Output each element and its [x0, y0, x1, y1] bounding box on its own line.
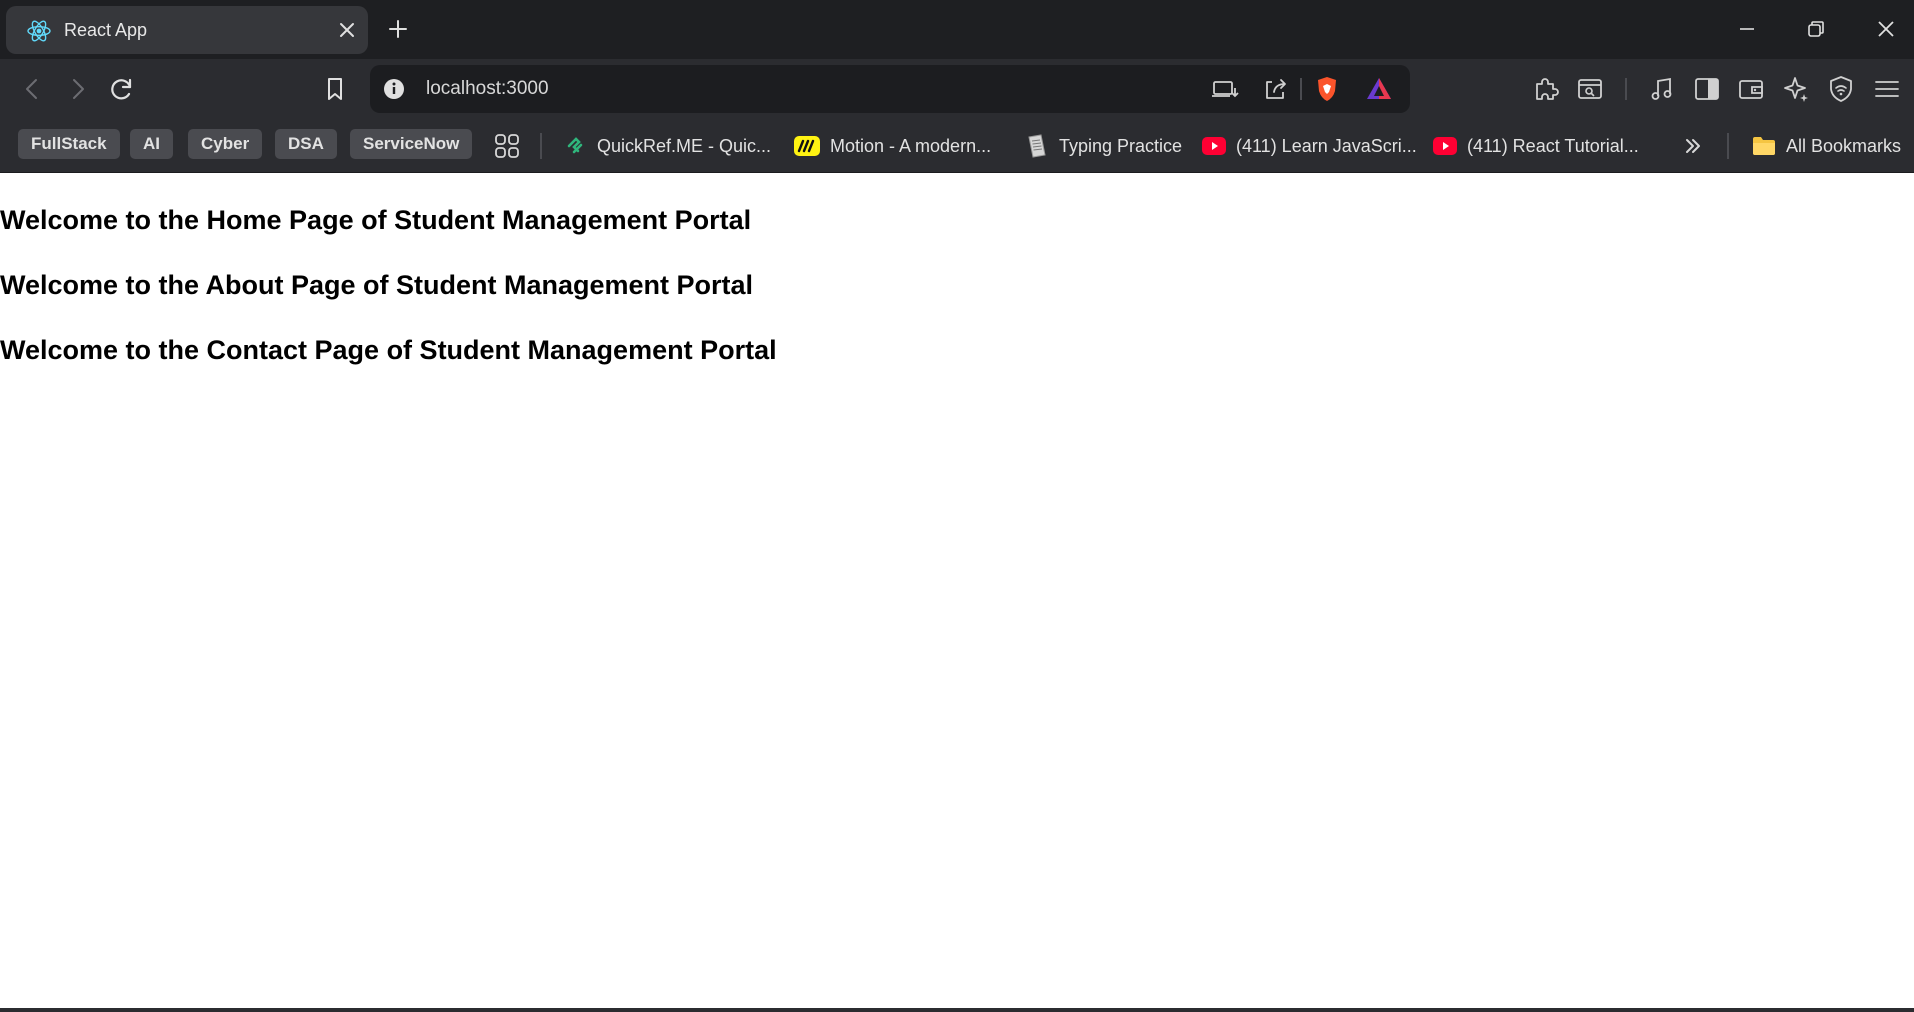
brave-shields-icon[interactable] — [1312, 74, 1342, 104]
typing-practice-icon — [1028, 134, 1046, 158]
separator — [1727, 133, 1729, 159]
leo-ai-icon[interactable] — [1781, 74, 1811, 104]
bookmark-label: (411) React Tutorial... — [1467, 135, 1639, 156]
vpn-icon[interactable] — [1826, 74, 1856, 104]
about-heading: Welcome to the About Page of Student Man… — [0, 270, 754, 300]
reload-icon[interactable] — [107, 74, 137, 104]
apps-grid-icon[interactable] — [493, 132, 521, 160]
quickref-icon — [567, 137, 583, 154]
bookmark-folder-ai[interactable]: AI — [130, 129, 173, 159]
bookmark-label: Typing Practice — [1059, 135, 1183, 156]
browser-window: React App localhost:3000 FullStack AI Cy… — [0, 0, 1914, 1012]
close-window-icon[interactable] — [1871, 14, 1901, 44]
share-icon[interactable] — [1260, 74, 1290, 104]
separator — [540, 133, 542, 159]
sidebar-icon[interactable] — [1692, 74, 1722, 104]
tab-react-app[interactable]: React App — [6, 6, 368, 54]
tab-search-icon[interactable] — [1575, 74, 1605, 104]
back-icon[interactable] — [18, 74, 48, 104]
forward-icon[interactable] — [62, 74, 92, 104]
extensions-icon[interactable] — [1531, 74, 1561, 104]
all-bookmarks[interactable]: All Bookmarks — [1752, 119, 1901, 173]
bookmark-folder-cyber[interactable]: Cyber — [188, 129, 263, 159]
window-bottom-border — [0, 1008, 1914, 1012]
bookmark-label: Motion - A modern... — [830, 135, 992, 156]
tab-title: React App — [64, 20, 148, 40]
more-bookmarks-icon[interactable] — [1682, 135, 1704, 157]
bookmark-motion[interactable]: Motion - A modern... — [794, 119, 991, 173]
bookmarks-bar: FullStack AI Cyber DSA ServiceNow QuickR… — [0, 119, 1914, 173]
page-content: Welcome to the Home Page of Student Mana… — [0, 173, 1914, 1008]
brave-rewards-icon[interactable] — [1364, 74, 1394, 104]
bookmark-label: QuickRef.ME - Quic... — [597, 135, 772, 156]
all-bookmarks-label: All Bookmarks — [1786, 135, 1902, 156]
install-app-icon[interactable] — [1210, 74, 1240, 104]
wallet-icon[interactable] — [1736, 74, 1766, 104]
close-tab-icon[interactable] — [336, 19, 358, 41]
tab-strip: React App — [0, 0, 1914, 59]
minimize-icon[interactable] — [1732, 14, 1762, 44]
bookmark-folder-fullstack[interactable]: FullStack — [18, 129, 120, 159]
bookmark-react-tutorial[interactable]: (411) React Tutorial... — [1433, 119, 1639, 173]
media-controls-icon[interactable] — [1647, 74, 1677, 104]
restore-icon[interactable] — [1801, 14, 1831, 44]
contact-heading: Welcome to the Contact Page of Student M… — [0, 335, 777, 365]
url-text[interactable]: localhost:3000 — [426, 65, 549, 113]
separator — [1300, 78, 1302, 100]
react-logo-icon — [27, 20, 51, 42]
youtube-icon — [1202, 137, 1226, 155]
separator — [1625, 78, 1627, 100]
address-bar[interactable]: localhost:3000 — [370, 65, 1410, 113]
toolbar: localhost:3000 — [0, 59, 1914, 119]
motion-icon — [794, 136, 820, 156]
bookmark-page-icon[interactable] — [320, 74, 350, 104]
bookmark-typing-practice[interactable]: Typing Practice — [1025, 119, 1182, 173]
menu-icon[interactable] — [1872, 74, 1902, 104]
bookmark-learn-javascript[interactable]: (411) Learn JavaScri... — [1202, 119, 1417, 173]
bookmark-label: (411) Learn JavaScri... — [1236, 135, 1417, 156]
new-tab-icon[interactable] — [386, 17, 410, 41]
folder-icon — [1753, 137, 1775, 155]
bookmark-folder-dsa[interactable]: DSA — [275, 129, 337, 159]
bookmark-quickref[interactable]: QuickRef.ME - Quic... — [565, 119, 771, 173]
youtube-icon — [1433, 137, 1457, 155]
site-info-icon[interactable] — [382, 77, 406, 101]
home-heading: Welcome to the Home Page of Student Mana… — [0, 205, 752, 235]
bookmark-folder-servicenow[interactable]: ServiceNow — [350, 129, 473, 159]
